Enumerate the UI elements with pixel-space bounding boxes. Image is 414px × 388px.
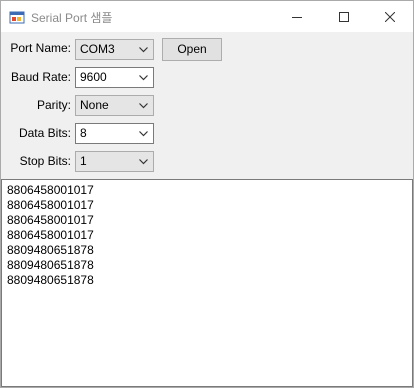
port-name-label: Port Name: [10, 41, 71, 55]
received-data-textbox[interactable]: 8806458001017 8806458001017 880645800101… [1, 179, 413, 387]
baud-rate-combo[interactable]: 9600 [75, 67, 154, 88]
app-icon [9, 11, 25, 24]
maximize-icon [339, 11, 349, 22]
output-line: 8809480651878 [7, 243, 94, 257]
app-window: Serial Port 샘플 Port Name: COM3 Open Baud… [0, 0, 414, 388]
baud-rate-value: 9600 [80, 70, 107, 84]
chevron-down-icon [139, 75, 148, 81]
data-bits-label: Data Bits: [18, 126, 71, 140]
maximize-button[interactable] [321, 1, 367, 32]
minimize-button[interactable] [274, 1, 320, 32]
output-line: 8806458001017 [7, 228, 94, 242]
open-button[interactable]: Open [162, 38, 222, 61]
title-bar[interactable]: Serial Port 샘플 [1, 1, 413, 32]
output-line: 8806458001017 [7, 183, 94, 197]
chevron-down-icon [139, 131, 148, 137]
close-button[interactable] [367, 1, 413, 32]
stop-bits-value: 1 [80, 154, 87, 168]
chevron-down-icon [139, 103, 148, 109]
output-line: 8809480651878 [7, 273, 94, 287]
port-name-value: COM3 [80, 42, 115, 56]
chevron-down-icon [139, 159, 148, 165]
parity-combo[interactable]: None [75, 95, 154, 116]
output-line: 8806458001017 [7, 198, 94, 212]
stop-bits-label: Stop Bits: [19, 154, 71, 168]
parity-value: None [80, 98, 109, 112]
baud-rate-label: Baud Rate: [10, 70, 71, 84]
stop-bits-combo[interactable]: 1 [75, 151, 154, 172]
port-name-combo[interactable]: COM3 [75, 39, 154, 60]
window-title: Serial Port 샘플 [31, 11, 113, 25]
data-bits-value: 8 [80, 126, 87, 140]
chevron-down-icon [139, 47, 148, 53]
output-line: 8806458001017 [7, 213, 94, 227]
settings-panel: Port Name: COM3 Open Baud Rate: 9600 Par… [1, 32, 413, 179]
close-icon [385, 11, 395, 22]
data-bits-combo[interactable]: 8 [75, 123, 154, 144]
parity-label: Parity: [36, 98, 71, 112]
minimize-icon [292, 16, 302, 18]
output-line: 8809480651878 [7, 258, 94, 272]
